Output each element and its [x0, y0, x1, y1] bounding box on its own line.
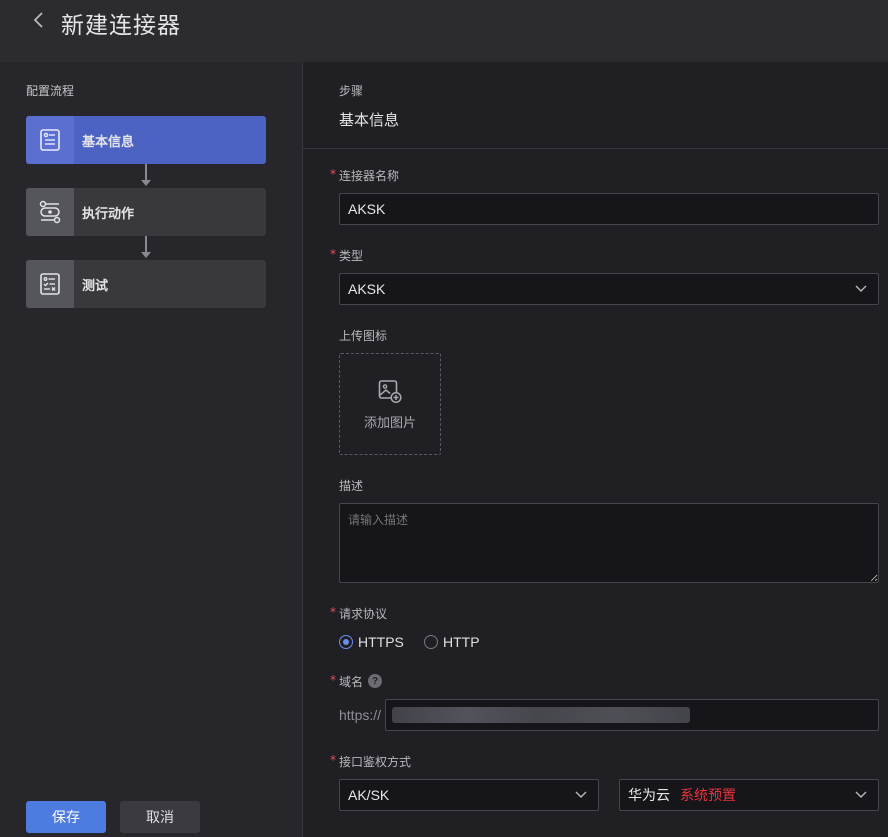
- description-textarea[interactable]: [339, 503, 879, 583]
- chevron-down-icon: [855, 285, 867, 292]
- add-image-icon: [378, 379, 402, 403]
- chevron-down-icon: [855, 791, 867, 798]
- radio-https[interactable]: HTTPS: [339, 634, 404, 650]
- step-test[interactable]: 测试: [26, 260, 266, 308]
- step-action[interactable]: 执行动作: [26, 188, 266, 236]
- auth-method-select[interactable]: AK/SK: [339, 779, 599, 811]
- protocol-label: 请求协议: [330, 605, 387, 622]
- divider: [302, 62, 303, 837]
- flow-arrow: [141, 252, 151, 258]
- auth-provider-select[interactable]: 华为云 系统预置: [619, 779, 879, 811]
- page-title: 新建连接器: [61, 13, 181, 39]
- flow-connector: [145, 236, 147, 252]
- radio-dot: [339, 635, 353, 649]
- connector-name-input[interactable]: AKSK: [339, 193, 879, 225]
- redacted-domain: [392, 707, 690, 723]
- document-list-icon: [26, 116, 74, 164]
- checklist-icon: [26, 260, 74, 308]
- step-label: 测试: [82, 278, 109, 294]
- auth-method-value: AK/SK: [348, 787, 390, 803]
- flow-connector: [145, 164, 147, 180]
- section-title: 基本信息: [339, 111, 400, 129]
- flow-arrow: [141, 180, 151, 186]
- action-flow-icon: [26, 188, 74, 236]
- type-select[interactable]: AKSK: [339, 273, 879, 305]
- connector-name-value: AKSK: [348, 201, 386, 217]
- connector-name-label: 连接器名称: [330, 167, 399, 184]
- flow-sidebar: [0, 62, 302, 837]
- chevron-down-icon: [575, 791, 587, 798]
- domain-label: 域名: [330, 673, 363, 690]
- radio-label: HTTP: [443, 634, 480, 650]
- step-basic-info[interactable]: 基本信息: [26, 116, 266, 164]
- type-label: 类型: [330, 247, 363, 264]
- upload-text: 添加图片: [363, 415, 416, 431]
- domain-prefix: https://: [339, 707, 382, 723]
- step-label: 执行动作: [82, 206, 135, 222]
- auth-method-label: 接口鉴权方式: [330, 753, 411, 770]
- radio-dot: [424, 635, 438, 649]
- upload-image-button[interactable]: 添加图片: [339, 353, 441, 455]
- cancel-button[interactable]: 取消: [120, 801, 200, 833]
- description-label: 描述: [339, 479, 364, 493]
- radio-label: HTTPS: [358, 634, 404, 650]
- type-value: AKSK: [348, 281, 386, 297]
- auth-provider-value: 华为云: [628, 787, 670, 803]
- save-button[interactable]: 保存: [26, 801, 106, 833]
- upload-icon-label: 上传图标: [339, 329, 388, 343]
- divider: [303, 148, 888, 149]
- help-icon[interactable]: ?: [368, 674, 382, 688]
- page-header: 新建连接器: [0, 0, 888, 62]
- system-preset-tag: 系统预置: [680, 787, 736, 803]
- step-label: 基本信息: [82, 134, 135, 150]
- flow-label: 配置流程: [26, 84, 75, 98]
- back-arrow-icon[interactable]: [28, 8, 50, 32]
- step-caption: 步骤: [339, 84, 364, 98]
- radio-http[interactable]: HTTP: [424, 634, 480, 650]
